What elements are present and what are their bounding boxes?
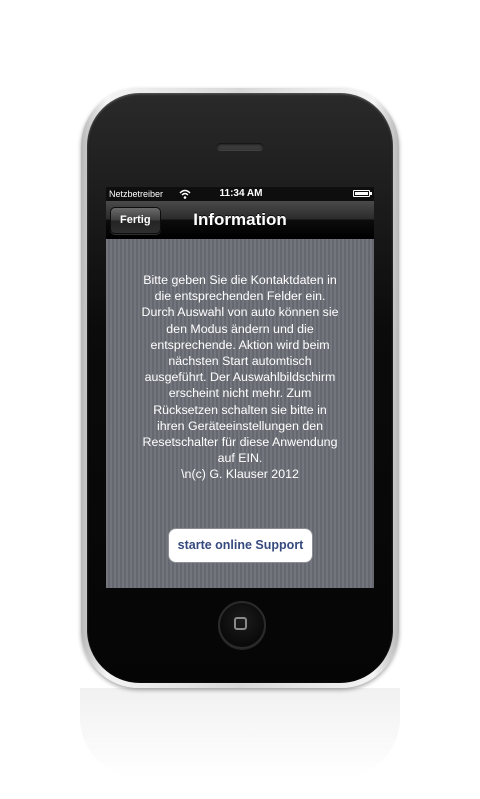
phone-reflection [80, 688, 400, 778]
status-time: 11:34 AM [219, 188, 263, 199]
content-area: Bitte geben Sie die Kontaktdaten in die … [106, 239, 374, 588]
online-support-button[interactable]: starte online Support [168, 528, 313, 563]
screen: Netzbetreiber 11:34 AM Fertig Informatio… [106, 187, 374, 588]
earpiece-speaker [217, 143, 263, 150]
stage: Netzbetreiber 11:34 AM Fertig Informatio… [0, 0, 480, 799]
status-bar: Netzbetreiber 11:34 AM [106, 187, 374, 201]
info-text: Bitte geben Sie die Kontaktdaten in die … [141, 273, 339, 482]
battery-icon [353, 190, 372, 197]
home-button[interactable] [218, 601, 266, 649]
navigation-bar: Fertig Information [106, 201, 374, 239]
home-square-icon [234, 617, 247, 630]
page-title: Information [193, 210, 287, 229]
